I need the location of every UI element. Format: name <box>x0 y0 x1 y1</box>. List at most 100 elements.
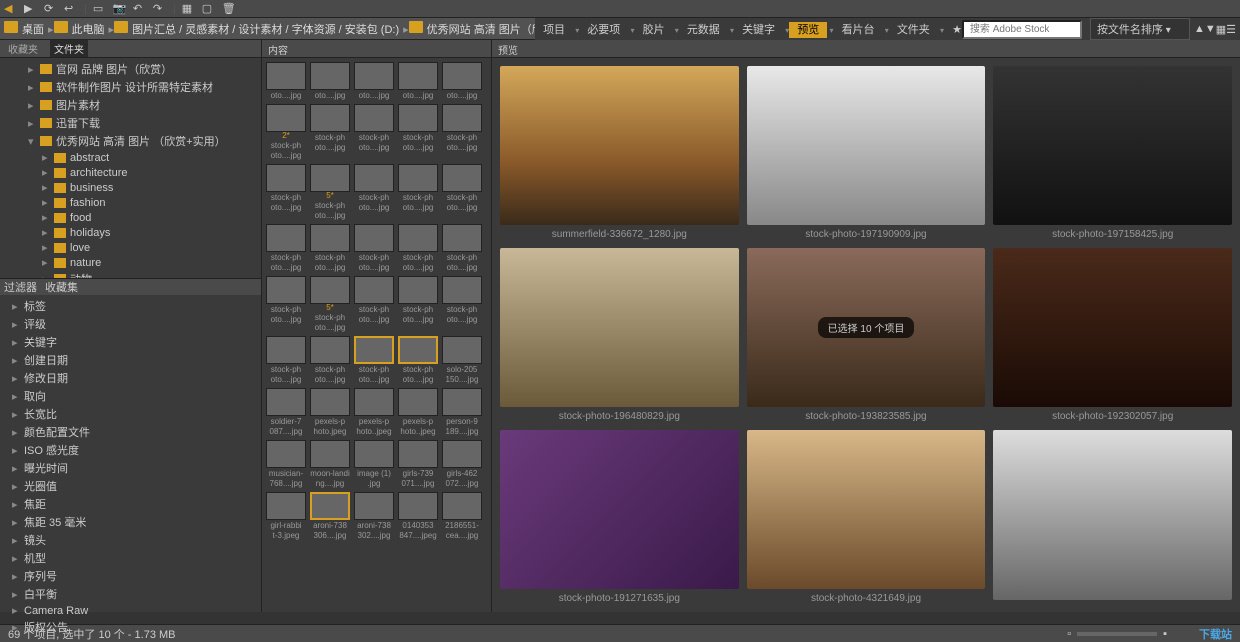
filter-item[interactable]: ▸长宽比 <box>0 405 261 423</box>
preview-item[interactable]: stock-photo-192302057.jpg <box>993 248 1232 422</box>
tab-favorites[interactable]: 收藏夹 <box>4 40 42 57</box>
preview-item[interactable]: stock-photo-4321649.jpg <box>747 430 986 604</box>
thumbnail[interactable]: stock-photo....jpg <box>398 164 438 220</box>
thumbnail[interactable]: solo-205150....jpg <box>442 336 482 384</box>
tree-item[interactable]: ▸fashion <box>0 195 261 210</box>
thumbnail[interactable]: oto....jpg <box>442 62 482 100</box>
tree-item[interactable]: ▾优秀网站 高清 图片 （欣赏+实用） <box>0 132 261 150</box>
filter-item[interactable]: ▸ISO 感光度 <box>0 441 261 459</box>
menu-文件夹[interactable]: 文件夹 <box>889 22 938 38</box>
sort-asc-icon[interactable]: ▲ <box>1194 23 1205 35</box>
crumb[interactable]: 此电脑 <box>68 23 109 37</box>
preview-item[interactable]: stock-photo-197158425.jpg <box>993 66 1232 240</box>
trash-icon[interactable]: 🗑 <box>222 2 236 16</box>
preview-item[interactable] <box>993 430 1232 604</box>
boomerang-icon[interactable]: ↩ <box>64 2 78 16</box>
filter-item[interactable]: ▸光圈值 <box>0 477 261 495</box>
thumbnail[interactable]: aroni-738306....jpg <box>310 492 350 540</box>
menu-关键字[interactable]: 关键字 <box>734 22 783 38</box>
tree-item[interactable]: ▸abstract <box>0 150 261 165</box>
search-input[interactable] <box>962 20 1082 39</box>
thumbnail[interactable]: girls-462072....jpg <box>442 440 482 488</box>
view-grid-icon[interactable]: ▦ <box>1216 23 1226 36</box>
thumbnail[interactable]: stock-photo....jpg <box>354 336 394 384</box>
thumbnail[interactable]: 0140353847....jpeg <box>398 492 438 540</box>
filter-item[interactable]: ▸焦距 35 毫米 <box>0 513 261 531</box>
thumbnail[interactable]: stock-photo....jpg <box>310 336 350 384</box>
tab-filter[interactable]: 过滤器 <box>4 279 37 295</box>
thumbnail[interactable]: musician-768....jpg <box>266 440 306 488</box>
crumb[interactable]: 图片汇总 / 灵感素材 / 设计素材 / 字体资源 / 安装包 (D:) <box>128 23 403 37</box>
tab-collections[interactable]: 收藏集 <box>45 279 78 295</box>
thumbnail[interactable]: 2*stock-photo....jpg <box>266 104 306 160</box>
tree-item[interactable]: ▸nature <box>0 255 261 270</box>
filter-item[interactable]: ▸创建日期 <box>0 351 261 369</box>
thumbnail[interactable]: stock-photo....jpg <box>266 164 306 220</box>
filter-item[interactable]: ▸Camera Raw <box>0 603 261 618</box>
thumbnail[interactable]: stock-photo....jpg <box>442 104 482 160</box>
filter-item[interactable]: ▸机型 <box>0 549 261 567</box>
thumbnail[interactable]: pexels-photo..jpeg <box>398 388 438 436</box>
tree-item[interactable]: ▸architecture <box>0 165 261 180</box>
thumbnail[interactable]: girls-739071....jpg <box>398 440 438 488</box>
filter-item[interactable]: ▸评级 <box>0 315 261 333</box>
reveal-icon[interactable]: ▭ <box>93 2 107 16</box>
filter-icon[interactable]: ▼ <box>1205 23 1216 35</box>
menu-项目[interactable]: 项目 <box>535 22 573 38</box>
tree-item[interactable]: ▸图片素材 <box>0 96 261 114</box>
tree-item[interactable]: ▸官网 品牌 图片（欣赏） <box>0 60 261 78</box>
preview-item[interactable]: stock-photo-191271635.jpg <box>500 430 739 604</box>
filter-item[interactable]: ▸序列号 <box>0 567 261 585</box>
thumbnail[interactable]: soldier-7087....jpg <box>266 388 306 436</box>
thumbnail[interactable]: stock-photo....jpg <box>310 224 350 272</box>
open-icon[interactable]: ▢ <box>202 2 216 16</box>
menu-看片台[interactable]: 看片台 <box>834 22 883 38</box>
thumbnail[interactable]: girl-rabbit-3.jpeg <box>266 492 306 540</box>
preview-item[interactable]: summerfield-336672_1280.jpg <box>500 66 739 240</box>
tree-item[interactable]: ▸软件制作图片 设计所需特定素材 <box>0 78 261 96</box>
rotate-ccw-icon[interactable]: ↶ <box>133 2 147 16</box>
zoom-out-icon[interactable]: ▫ <box>1067 628 1071 640</box>
thumbnail[interactable]: image (1).jpg <box>354 440 394 488</box>
thumbnail[interactable]: 2186551-cea....jpg <box>442 492 482 540</box>
thumbnail[interactable]: stock-photo....jpg <box>442 224 482 272</box>
filter-item[interactable]: ▸曝光时间 <box>0 459 261 477</box>
menu-胶片[interactable]: 胶片 <box>635 22 673 38</box>
thumbnail[interactable]: oto....jpg <box>266 62 306 100</box>
filter-item[interactable]: ▸关键字 <box>0 333 261 351</box>
nav-fwd-icon[interactable]: ▶ <box>24 2 38 16</box>
filter-item[interactable]: ▸颜色配置文件 <box>0 423 261 441</box>
menu-必要项[interactable]: 必要项 <box>579 22 628 38</box>
tree-item[interactable]: ▸holidays <box>0 225 261 240</box>
thumbnail[interactable]: stock-photo....jpg <box>398 104 438 160</box>
thumbnail[interactable]: stock-photo....jpg <box>266 336 306 384</box>
thumbnail[interactable]: stock-photo....jpg <box>354 164 394 220</box>
menu-元数据[interactable]: 元数据 <box>679 22 728 38</box>
tab-folders[interactable]: 文件夹 <box>50 40 88 57</box>
thumbnail[interactable]: 5*stock-photo....jpg <box>310 276 350 332</box>
filter-item[interactable]: ▸标签 <box>0 297 261 315</box>
thumbnail[interactable]: stock-photo....jpg <box>398 336 438 384</box>
rotate-cw-icon[interactable]: ↷ <box>153 2 167 16</box>
filter-item[interactable]: ▸镜头 <box>0 531 261 549</box>
reload-icon[interactable]: ⟳ <box>44 2 58 16</box>
thumbnail[interactable]: moon-landing....jpg <box>310 440 350 488</box>
star-icon[interactable]: ★ <box>952 23 962 36</box>
tree-item[interactable]: ▸迅雷下载 <box>0 114 261 132</box>
preview-item[interactable]: stock-photo-197190909.jpg <box>747 66 986 240</box>
thumbnail[interactable]: oto....jpg <box>398 62 438 100</box>
zoom-in-icon[interactable]: ▪ <box>1163 628 1167 640</box>
thumbnail[interactable]: pexels-photo..jpeg <box>354 388 394 436</box>
sort-dropdown[interactable]: 按文件名排序 ▾ <box>1090 18 1190 40</box>
thumbnail[interactable]: stock-photo....jpg <box>398 224 438 272</box>
zoom-slider[interactable] <box>1077 632 1157 636</box>
thumbnail[interactable]: stock-photo....jpg <box>354 276 394 332</box>
preview-item[interactable]: 已选择 10 个项目stock-photo-193823585.jpg <box>747 248 986 422</box>
thumbnail[interactable]: oto....jpg <box>310 62 350 100</box>
thumbnail[interactable]: oto....jpg <box>354 62 394 100</box>
camera-icon[interactable]: 📷 <box>113 2 127 16</box>
filter-item[interactable]: ▸取向 <box>0 387 261 405</box>
crumb[interactable]: 桌面 <box>18 23 48 37</box>
menu-预览[interactable]: 预览 <box>789 22 827 38</box>
grid-icon[interactable]: ▦ <box>182 2 196 16</box>
